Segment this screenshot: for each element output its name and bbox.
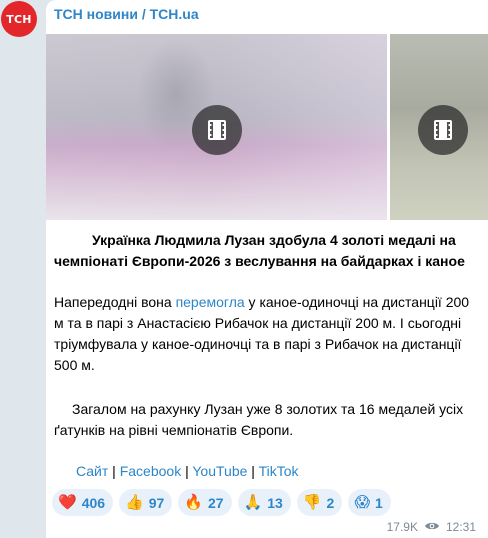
pray-icon: 🙏 xyxy=(243,493,263,511)
reaction-heart[interactable]: ❤️ 406 xyxy=(52,489,114,516)
social-links: Сайт | Facebook | YouTube | TikTok xyxy=(76,461,299,482)
reaction-count: 2 xyxy=(326,494,335,511)
link-separator: | xyxy=(108,463,120,479)
reaction-scream[interactable]: 😱 1 xyxy=(348,489,391,516)
reaction-count: 1 xyxy=(374,494,383,511)
heart-icon: ❤️ xyxy=(58,493,77,511)
thumbs-up-icon: 👍 xyxy=(125,493,144,511)
reaction-thumbs-down[interactable]: 👎 2 xyxy=(296,489,343,516)
scream-icon: 😱 xyxy=(354,493,370,511)
film-icon[interactable] xyxy=(192,105,242,155)
post-paragraph-1: Напередодні вона перемогла у каное-одино… xyxy=(54,292,480,376)
post-headline: Українка Людмила Лузан здобула 4 золоті … xyxy=(54,232,465,269)
link-separator: | xyxy=(247,463,259,479)
film-icon[interactable] xyxy=(418,105,468,155)
view-count: 17.9K xyxy=(386,520,418,534)
reaction-pray[interactable]: 🙏 13 xyxy=(237,489,291,516)
reaction-count: 13 xyxy=(267,494,283,511)
site-link[interactable]: Сайт xyxy=(76,463,108,479)
reaction-thumbs-up[interactable]: 👍 97 xyxy=(119,489,173,516)
reactions-bar: ❤️ 406 👍 97 🔥 27 🙏 13 👎 2 😱 1 xyxy=(52,489,391,516)
channel-avatar[interactable]: ТСН xyxy=(1,1,37,37)
video-thumbnail-2[interactable] xyxy=(390,34,488,220)
reaction-count: 27 xyxy=(208,494,224,511)
video-thumbnail-1[interactable] xyxy=(46,34,387,220)
youtube-link[interactable]: YouTube xyxy=(192,463,247,479)
thumbs-down-icon: 👎 xyxy=(302,493,322,511)
reaction-count: 97 xyxy=(148,494,165,511)
facebook-link[interactable]: Facebook xyxy=(120,463,181,479)
media-album xyxy=(46,34,488,220)
reaction-fire[interactable]: 🔥 27 xyxy=(178,489,232,516)
message-meta: 17.9K 12:31 xyxy=(387,520,476,534)
channel-name[interactable]: ТСН новини / TCH.ua xyxy=(54,6,199,22)
paragraph-text: Напередодні вона xyxy=(54,294,176,310)
fire-icon: 🔥 xyxy=(184,493,203,511)
inline-link[interactable]: перемогла xyxy=(176,294,245,310)
link-separator: | xyxy=(181,463,193,479)
post-paragraph-2: Загалом на рахунку Лузан уже 8 золотих т… xyxy=(54,401,464,438)
reaction-count: 406 xyxy=(81,494,106,511)
message-bubble: ТСН новини / TCH.ua Українка Людмила Луз… xyxy=(46,0,488,538)
tiktok-link[interactable]: TikTok xyxy=(259,463,299,479)
message-time: 12:31 xyxy=(445,520,476,534)
eye-icon xyxy=(424,520,440,534)
